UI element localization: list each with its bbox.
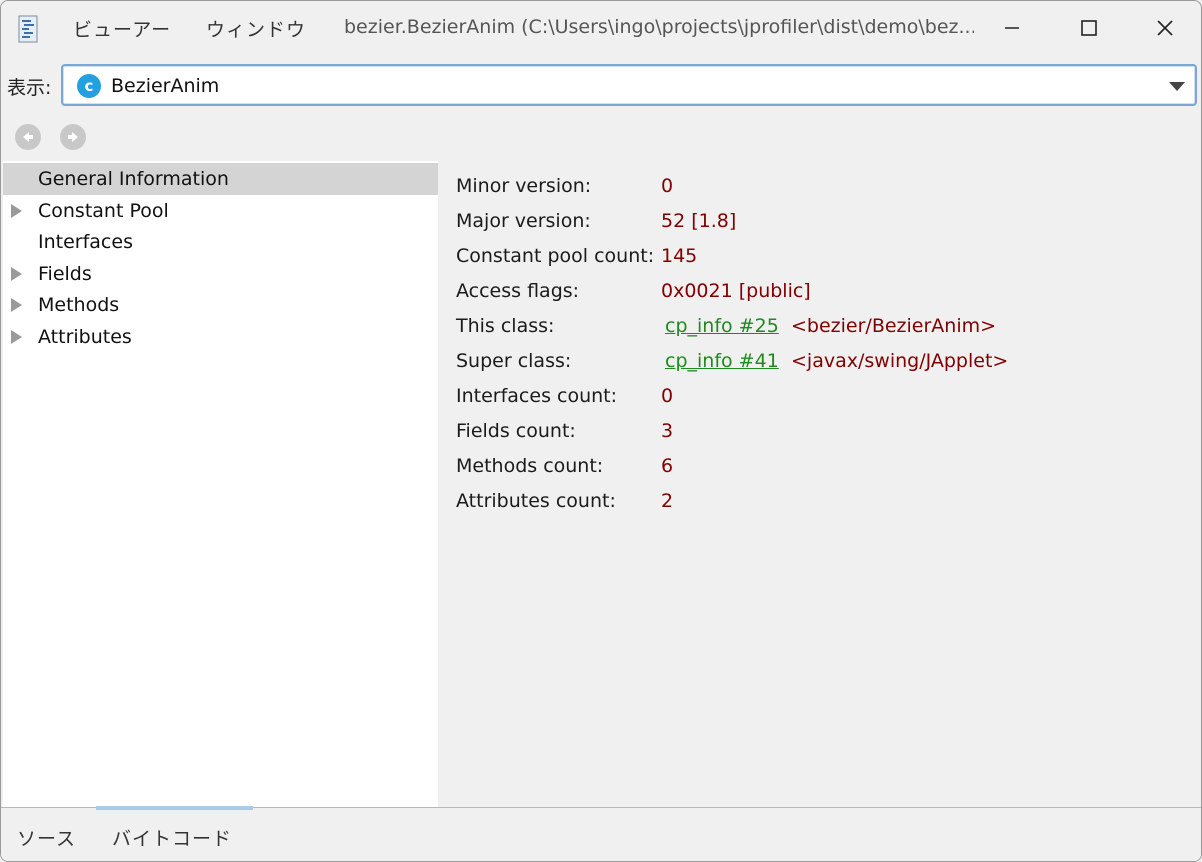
cp-info-link[interactable]: cp_info #41 xyxy=(665,350,779,372)
tree-item-interfaces[interactable]: Interfaces xyxy=(3,226,438,258)
tree-item-label: Constant Pool xyxy=(38,200,169,222)
arrow-left-icon xyxy=(23,132,33,142)
title-bar: ビューアー ウィンドウ bezier.BezierAnim (C:\Users\… xyxy=(1,1,1201,57)
arrow-right-icon xyxy=(68,132,78,142)
info-key: Minor version: xyxy=(456,175,592,197)
info-key: Access flags: xyxy=(456,280,580,302)
tree-item-attributes[interactable]: Attributes xyxy=(3,321,438,353)
tab-label: バイトコード xyxy=(112,828,233,850)
info-key: Attributes count: xyxy=(456,490,616,512)
info-row-minor-version: Minor version: 0 xyxy=(438,161,1198,197)
info-value: 52 [1.8] xyxy=(661,210,737,232)
app-window: ビューアー ウィンドウ bezier.BezierAnim (C:\Users\… xyxy=(0,0,1202,862)
app-document-icon xyxy=(18,15,38,43)
cp-info-link[interactable]: cp_info #25 xyxy=(665,315,779,337)
info-row-attributes-count: Attributes count: 2 xyxy=(438,476,1198,512)
view-tabs: ソース バイトコード xyxy=(1,806,1201,861)
maximize-icon xyxy=(1081,20,1097,36)
info-row-major-version: Major version: 52 [1.8] xyxy=(438,196,1198,232)
general-information-panel: Minor version: 0 Major version: 52 [1.8]… xyxy=(438,161,1201,807)
tree-item-label: General Information xyxy=(38,168,229,190)
tree-item-constant-pool[interactable]: Constant Pool xyxy=(3,195,438,227)
info-key: Major version: xyxy=(456,210,591,232)
info-value: 2 xyxy=(661,490,674,512)
expand-arrow-icon[interactable] xyxy=(11,298,22,312)
info-value: 3 xyxy=(661,420,674,442)
close-button[interactable] xyxy=(1127,1,1201,55)
info-value: 0 xyxy=(661,385,674,407)
menu-window[interactable]: ウィンドウ xyxy=(206,15,306,42)
tree-item-general-information[interactable]: General Information xyxy=(3,163,438,195)
tree-item-label: Interfaces xyxy=(38,231,133,253)
selected-class-name: BezierAnim xyxy=(111,75,220,97)
info-key: Constant pool count: xyxy=(456,245,655,267)
active-tab-indicator xyxy=(96,806,253,810)
info-row-access-flags: Access flags: 0x0021 [public] xyxy=(438,266,1198,302)
view-label: 表示: xyxy=(7,77,52,99)
expand-arrow-icon[interactable] xyxy=(11,330,22,344)
structure-tree: General Information Constant Pool Interf… xyxy=(3,161,438,807)
window-title: bezier.BezierAnim (C:\Users\ingo\project… xyxy=(344,16,974,38)
back-button[interactable] xyxy=(15,124,41,150)
info-key: This class: xyxy=(456,315,555,337)
tree-item-label: Methods xyxy=(38,294,120,316)
maximize-button[interactable] xyxy=(1051,1,1127,55)
tree-item-methods[interactable]: Methods xyxy=(3,289,438,321)
view-selector-bar: 表示: c BezierAnim xyxy=(1,61,1201,109)
info-row-super-class: Super class: cp_info #41 <javax/swing/JA… xyxy=(438,336,1198,372)
info-key: Methods count: xyxy=(456,455,604,477)
chevron-down-icon[interactable] xyxy=(1169,82,1185,91)
forward-button[interactable] xyxy=(60,124,86,150)
minimize-icon xyxy=(1005,27,1019,29)
info-row-this-class: This class: cp_info #25 <bezier/BezierAn… xyxy=(438,301,1198,337)
class-select-combo[interactable]: c BezierAnim xyxy=(61,64,1197,106)
info-value: 0x0021 [public] xyxy=(661,280,811,302)
info-row-methods-count: Methods count: 6 xyxy=(438,441,1198,477)
class-reference: <javax/swing/JApplet> xyxy=(791,350,1009,372)
info-value: 145 xyxy=(661,245,698,267)
tab-label: ソース xyxy=(17,828,77,850)
info-value: 6 xyxy=(661,455,674,477)
info-row-interfaces-count: Interfaces count: 0 xyxy=(438,371,1198,407)
tree-item-fields[interactable]: Fields xyxy=(3,258,438,290)
navigation-bar xyxy=(1,116,1201,158)
minimize-button[interactable] xyxy=(974,1,1050,55)
tree-item-label: Fields xyxy=(38,263,92,285)
info-key: Interfaces count: xyxy=(456,385,618,407)
tree-item-label: Attributes xyxy=(38,326,132,348)
tab-bytecode[interactable]: バイトコード xyxy=(96,806,253,861)
tab-source[interactable]: ソース xyxy=(1,808,96,861)
info-key: Super class: xyxy=(456,350,572,372)
info-row-fields-count: Fields count: 3 xyxy=(438,406,1198,442)
info-row-constant-pool-count: Constant pool count: 145 xyxy=(438,231,1198,267)
class-reference: <bezier/BezierAnim> xyxy=(791,315,997,337)
expand-arrow-icon[interactable] xyxy=(11,204,22,218)
info-key: Fields count: xyxy=(456,420,576,442)
close-icon xyxy=(1157,20,1173,36)
info-value: 0 xyxy=(661,175,674,197)
expand-arrow-icon[interactable] xyxy=(11,267,22,281)
class-icon: c xyxy=(77,74,101,98)
menu-viewer[interactable]: ビューアー xyxy=(73,15,171,42)
